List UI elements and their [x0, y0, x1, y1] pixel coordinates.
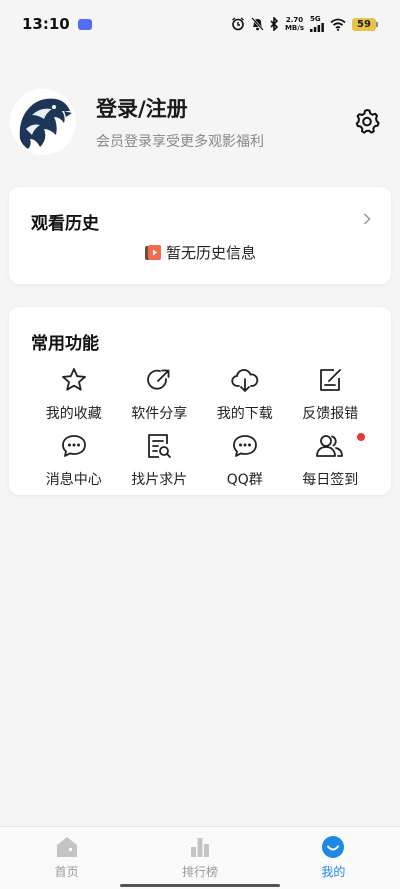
functions-grid: 我的收藏 软件分享 我的下载 反馈报错 消息中心 找片求片 QQ群 每日签到	[31, 365, 373, 490]
empty-history-icon	[144, 244, 161, 260]
mute-bell-icon	[251, 17, 264, 31]
status-icons: 2.70 MB/s 5G 59	[231, 16, 378, 32]
home-icon	[56, 837, 77, 857]
function-label: 找片求片	[131, 472, 188, 488]
status-time: 13:10	[22, 15, 70, 33]
network-type: 5G	[310, 15, 321, 23]
functions-title: 常用功能	[31, 334, 99, 354]
function-daily-checkin[interactable]: 每日签到	[288, 431, 374, 489]
function-request-movie[interactable]: 找片求片	[117, 431, 203, 489]
function-qq-group[interactable]: QQ群	[202, 431, 288, 489]
group-chat-icon	[230, 431, 260, 461]
settings-button[interactable]	[352, 106, 382, 136]
notification-dot	[357, 433, 365, 441]
nav-item-ranking[interactable]: 排行榜	[133, 827, 266, 889]
net-speed: 2.70 MB/s	[285, 16, 304, 32]
eagle-logo-icon	[10, 89, 76, 155]
signal-bars-icon	[310, 23, 324, 32]
profile-text[interactable]: 登录/注册 会员登录享受更多观影福利	[96, 93, 264, 151]
profile-header[interactable]: 登录/注册 会员登录享受更多观影福利	[10, 86, 390, 158]
share-icon	[144, 365, 174, 395]
function-label: 消息中心	[45, 472, 102, 488]
function-label: 我的收藏	[45, 406, 102, 422]
nav-item-mine[interactable]: 我的	[267, 827, 400, 889]
nav-label: 排行榜	[181, 865, 218, 879]
nav-item-home[interactable]: 首页	[0, 827, 133, 889]
function-share[interactable]: 软件分享	[117, 365, 203, 431]
function-label: 反馈报错	[302, 406, 359, 422]
feedback-edit-icon	[315, 365, 345, 395]
function-favorites[interactable]: 我的收藏	[31, 365, 117, 431]
chat-bubble-icon	[59, 431, 89, 461]
function-label: 我的下载	[216, 406, 273, 422]
nav-label: 我的	[321, 865, 346, 879]
smile-face-icon	[322, 836, 345, 858]
bar-chart-icon	[190, 838, 209, 857]
chevron-right-icon[interactable]	[363, 213, 371, 225]
status-bar: 13:10 2.70 MB/s 5G 59	[0, 0, 400, 48]
document-search-icon	[144, 431, 174, 461]
home-indicator[interactable]	[120, 884, 280, 887]
wifi-icon	[330, 18, 346, 31]
net-speed-value: 2.70	[285, 16, 304, 24]
function-label: 每日签到	[302, 472, 359, 488]
battery-tip	[376, 21, 378, 27]
net-speed-unit: MB/s	[284, 24, 304, 32]
history-empty-text: 暂无历史信息	[165, 244, 256, 262]
history-title: 观看历史	[31, 214, 99, 234]
star-icon	[59, 365, 89, 395]
bluetooth-icon	[270, 17, 279, 31]
gear-icon	[355, 109, 380, 134]
bottom-nav: 首页 排行榜 我的	[0, 826, 400, 889]
function-label: 软件分享	[131, 406, 188, 422]
avatar[interactable]	[10, 89, 76, 155]
watch-history-card[interactable]: 观看历史 暂无历史信息	[9, 187, 391, 284]
battery-indicator: 59	[352, 17, 378, 31]
function-label: QQ群	[226, 472, 263, 488]
users-icon	[315, 431, 345, 461]
function-messages[interactable]: 消息中心	[31, 431, 117, 489]
alarm-icon	[232, 17, 244, 31]
history-empty-state: 暂无历史信息	[9, 242, 391, 263]
cell-signal: 5G	[310, 16, 324, 32]
function-downloads[interactable]: 我的下载	[202, 365, 288, 431]
battery-level: 59	[352, 17, 376, 31]
common-functions-card: 常用功能 我的收藏 软件分享 我的下载 反馈报错 消息中心 找片求片 QQ群 每…	[9, 307, 391, 495]
nav-label: 首页	[54, 865, 79, 879]
function-feedback[interactable]: 反馈报错	[288, 365, 374, 431]
login-subtitle: 会员登录享受更多观影福利	[96, 134, 264, 150]
login-register-title[interactable]: 登录/注册	[96, 93, 264, 123]
cloud-download-icon	[230, 365, 260, 395]
app-notification-icon	[77, 18, 92, 30]
